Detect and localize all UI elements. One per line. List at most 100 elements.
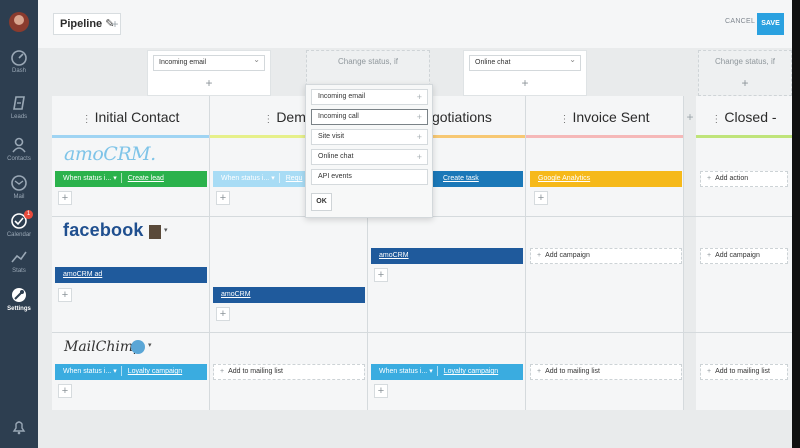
- action-link[interactable]: Create task: [443, 175, 479, 182]
- action-bar[interactable]: When status i... ▾ Create lead: [55, 171, 207, 187]
- add-mailing-slot[interactable]: + Add to mailing list: [700, 364, 788, 380]
- sidebar-item-settings[interactable]: Settings: [0, 286, 38, 312]
- account-avatar[interactable]: [149, 225, 161, 239]
- column-header: ⋮ Invoice Sent: [526, 96, 683, 138]
- sidebar-item-label: Mail: [13, 194, 25, 200]
- mail-icon: [11, 175, 27, 191]
- trigger-placeholder[interactable]: Change status, if: [699, 57, 791, 66]
- plus-icon: +: [416, 112, 422, 122]
- add-action-button[interactable]: +: [58, 384, 72, 398]
- add-campaign-slot[interactable]: + Add campaign: [700, 248, 788, 264]
- sidebar-item-label: Settings: [7, 306, 31, 312]
- action-bar[interactable]: Create task: [433, 171, 523, 187]
- status-label: When status i...: [63, 368, 112, 375]
- trigger-option[interactable]: API events: [311, 169, 428, 185]
- contacts-icon: [12, 137, 26, 153]
- action-link[interactable]: Loyalty campaign: [444, 368, 498, 375]
- drag-handle-icon[interactable]: ⋮: [711, 114, 721, 125]
- window-edge: [792, 0, 800, 448]
- sidebar-item-label: Calendar: [6, 232, 32, 238]
- action-bar[interactable]: amoCRM: [371, 248, 523, 264]
- chevron-down-icon[interactable]: ▾: [148, 341, 152, 349]
- add-campaign-label: Add campaign: [715, 252, 760, 259]
- add-mailing-label: Add to mailing list: [545, 368, 600, 375]
- add-mailing-slot[interactable]: + Add to mailing list: [530, 364, 682, 380]
- column-header: ⋮ Initial Contact: [52, 96, 209, 138]
- trigger-option-label: Incoming email: [318, 93, 366, 100]
- drag-handle-icon[interactable]: ⋮: [82, 114, 92, 125]
- trigger-box-closed: Change status, if +: [698, 50, 792, 96]
- add-mailing-slot[interactable]: + Add to mailing list: [213, 364, 365, 380]
- status-label: When status i...: [379, 368, 428, 375]
- chevron-down-icon[interactable]: ▾: [164, 226, 168, 234]
- amocrm-logo: amoCRM.: [64, 143, 156, 165]
- action-link[interactable]: Loyalty campaign: [128, 368, 182, 375]
- add-mailing-label: Add to mailing list: [715, 368, 770, 375]
- action-link[interactable]: amoCRM ad: [63, 271, 102, 278]
- trigger-option-label: Online chat: [318, 153, 354, 160]
- add-action-button[interactable]: +: [216, 307, 230, 321]
- action-link[interactable]: Google Analytics: [538, 175, 590, 182]
- status-label: When status i...: [63, 175, 112, 182]
- column-title: Initial Contact: [94, 109, 180, 125]
- plus-icon: +: [416, 132, 422, 142]
- add-trigger-button[interactable]: +: [464, 76, 586, 90]
- calendar-badge: 1: [24, 210, 33, 219]
- add-campaign-slot[interactable]: + Add campaign: [530, 248, 682, 264]
- account-avatar[interactable]: [131, 340, 145, 354]
- trigger-placeholder[interactable]: Change status, if: [307, 57, 429, 66]
- cancel-button[interactable]: CANCEL: [725, 18, 755, 25]
- column-title: Closed -: [724, 109, 777, 125]
- trigger-placeholder-text: Change status, if: [714, 57, 776, 66]
- action-link[interactable]: Requ: [286, 175, 303, 182]
- trigger-select[interactable]: Online chat: [469, 53, 581, 71]
- action-bar[interactable]: When status i... ▾ Loyalty campaign: [55, 364, 207, 380]
- trigger-box-initial: Incoming email +: [147, 50, 271, 96]
- sidebar-item-leads[interactable]: Leads: [0, 94, 38, 120]
- bell-icon[interactable]: [10, 418, 28, 436]
- add-trigger-button[interactable]: +: [148, 76, 270, 90]
- action-bar[interactable]: amoCRM: [213, 287, 365, 303]
- status-label: When status i...: [221, 175, 270, 182]
- trigger-select[interactable]: Incoming email: [153, 53, 265, 71]
- ok-button[interactable]: OK: [311, 193, 332, 211]
- sidebar-item-calendar[interactable]: 1 Calendar: [0, 210, 38, 238]
- save-button[interactable]: SAVE: [757, 13, 784, 35]
- add-column-button[interactable]: +: [684, 110, 696, 124]
- trigger-option[interactable]: Incoming email +: [311, 89, 428, 105]
- sidebar-item-stats[interactable]: Stats: [0, 248, 38, 274]
- action-link[interactable]: amoCRM: [221, 291, 251, 298]
- add-action-slot[interactable]: + Add action: [700, 171, 788, 187]
- add-trigger-button[interactable]: +: [699, 76, 791, 90]
- add-action-button[interactable]: +: [534, 191, 548, 205]
- add-action-button[interactable]: +: [374, 268, 388, 282]
- row-divider: [52, 332, 792, 333]
- sidebar-item-contacts[interactable]: Contacts: [0, 136, 38, 162]
- settings-icon: [12, 288, 26, 302]
- drag-handle-icon[interactable]: ⋮: [263, 114, 273, 125]
- sidebar-item-dash[interactable]: Dash: [0, 48, 38, 74]
- trigger-option[interactable]: Incoming call +: [311, 109, 428, 125]
- action-bar[interactable]: When status i... ▾ Loyalty campaign: [371, 364, 523, 380]
- sidebar-item-mail[interactable]: Mail: [0, 174, 38, 200]
- add-action-button[interactable]: +: [374, 384, 388, 398]
- add-action-button[interactable]: +: [58, 191, 72, 205]
- action-bar[interactable]: Google Analytics: [530, 171, 682, 187]
- sidebar-item-label: Contacts: [7, 156, 31, 162]
- drag-handle-icon[interactable]: ⋮: [559, 114, 569, 125]
- add-action-button[interactable]: +: [58, 288, 72, 302]
- add-pipeline-button[interactable]: +: [109, 17, 121, 31]
- action-link[interactable]: amoCRM: [379, 252, 409, 259]
- trigger-dropdown: Incoming email + Incoming call + Site visi…: [305, 84, 433, 218]
- add-action-label: Add action: [715, 175, 749, 182]
- trigger-option[interactable]: Online chat +: [311, 149, 428, 165]
- trigger-option-label: Site visit: [318, 133, 345, 140]
- add-action-button[interactable]: +: [216, 191, 230, 205]
- trigger-option[interactable]: Site visit +: [311, 129, 428, 145]
- avatar[interactable]: [9, 12, 29, 32]
- action-bar[interactable]: amoCRM ad: [55, 267, 207, 283]
- app-window: Dash Leads Contacts Mail 1 Calendar Stat…: [0, 0, 800, 448]
- plus-icon: +: [416, 152, 422, 162]
- action-link[interactable]: Create lead: [128, 175, 164, 182]
- column-header: ⋮ Closed -: [696, 96, 792, 138]
